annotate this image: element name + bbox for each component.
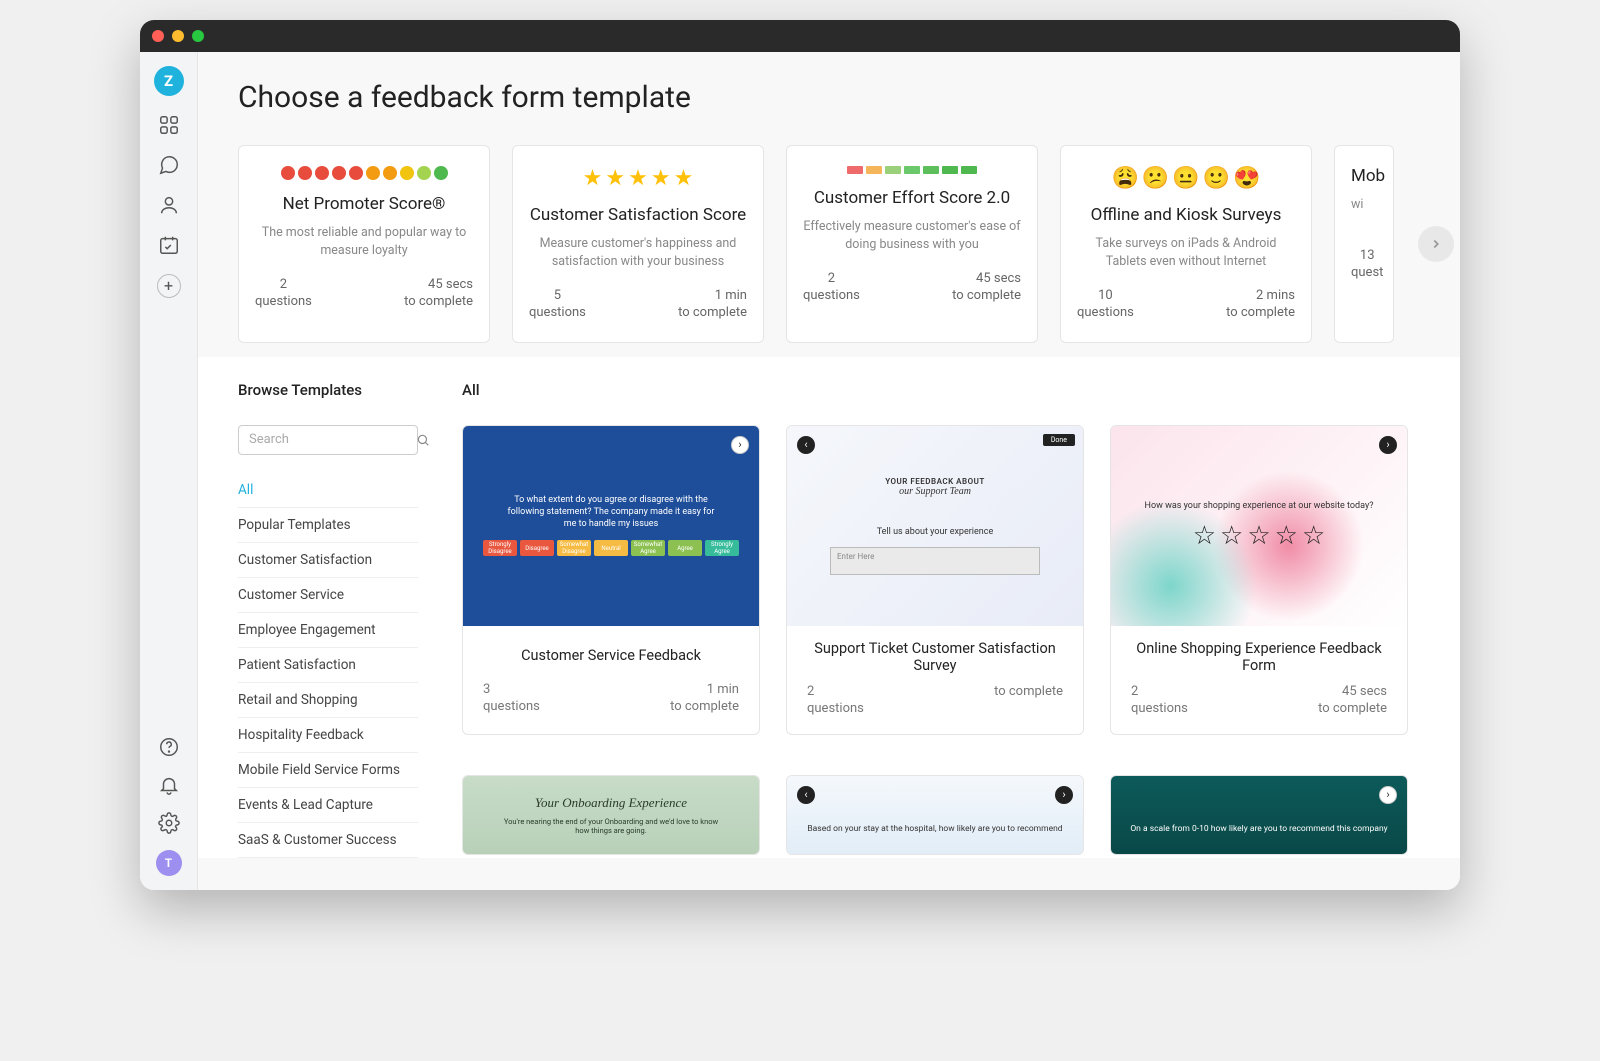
- browse-section: Browse Templates AllPopular TemplatesCus…: [198, 357, 1460, 858]
- category-item[interactable]: All: [238, 473, 418, 508]
- template-card[interactable]: ›How was your shopping experience at our…: [1110, 425, 1408, 735]
- type-card-stats: 2questions45 secsto complete: [255, 277, 473, 311]
- page-header: Choose a feedback form template: [198, 52, 1460, 131]
- carousel-next-button[interactable]: [1418, 226, 1454, 262]
- type-card-title: Mob: [1351, 166, 1385, 186]
- nav-dashboard-icon[interactable]: [158, 114, 180, 136]
- done-badge: Done: [1043, 434, 1075, 446]
- type-card[interactable]: 😩😕😐🙂😍 Offline and Kiosk Surveys Take surve…: [1060, 145, 1312, 343]
- window-titlebar: [140, 20, 1460, 52]
- search-input[interactable]: [238, 425, 418, 455]
- nav-chat-icon[interactable]: [158, 154, 180, 176]
- search-container: [238, 425, 462, 455]
- nav-avatar[interactable]: T: [156, 850, 182, 876]
- template-card[interactable]: Your Onboarding ExperienceYou're nearing…: [462, 775, 760, 855]
- category-item[interactable]: Retail and Shopping: [238, 683, 418, 718]
- category-item[interactable]: Patient Satisfaction: [238, 648, 418, 683]
- template-card-title: Customer Service Feedback: [463, 626, 759, 682]
- search-icon: [416, 432, 430, 451]
- browse-heading: Browse Templates: [238, 381, 462, 399]
- template-card-stats: 2questionsto complete: [787, 684, 1083, 734]
- type-card-title: Net Promoter Score®: [283, 194, 446, 214]
- nav-user-icon[interactable]: [158, 194, 180, 216]
- type-card[interactable]: Mob wi 13quest: [1334, 145, 1394, 343]
- nps-dots-icon: [281, 166, 448, 180]
- type-card-desc: wi: [1351, 196, 1363, 230]
- type-card-title: Offline and Kiosk Surveys: [1091, 205, 1282, 225]
- template-card[interactable]: ›On a scale from 0-10 how likely are you…: [1110, 775, 1408, 855]
- category-item[interactable]: Events & Lead Capture: [238, 788, 418, 823]
- template-card-title: Online Shopping Experience Feedback Form: [1111, 626, 1407, 684]
- emoji-icon: 😩😕😐🙂😍: [1111, 166, 1260, 191]
- nav-add-button[interactable]: +: [157, 274, 181, 298]
- prev-icon: ‹: [797, 786, 815, 804]
- browse-main: All ›To what extent do you agree or disa…: [462, 381, 1420, 858]
- app-window: Z +: [140, 20, 1460, 890]
- category-item[interactable]: Hospitality Feedback: [238, 718, 418, 753]
- category-item[interactable]: Mobile Field Service Forms: [238, 753, 418, 788]
- main-content: Choose a feedback form template Net Prom…: [198, 52, 1460, 890]
- window-max-dot[interactable]: [192, 30, 204, 42]
- type-card[interactable]: Customer Effort Score 2.0 Effectively mea…: [786, 145, 1038, 343]
- category-item[interactable]: Customer Satisfaction: [238, 543, 418, 578]
- browse-all-heading: All: [462, 381, 1420, 399]
- type-card-desc: Effectively measure customer's ease of d…: [803, 218, 1021, 253]
- type-card-stats: 5questions1 minto complete: [529, 288, 747, 322]
- type-card-stats: 10questions2 minsto complete: [1077, 288, 1295, 322]
- category-item[interactable]: SaaS & Customer Success: [238, 823, 418, 858]
- ces-segments-icon: [847, 166, 977, 174]
- type-carousel: Net Promoter Score® The most reliable and…: [198, 131, 1460, 357]
- next-icon: ›: [1055, 786, 1073, 804]
- next-icon: ›: [1379, 786, 1397, 804]
- type-card[interactable]: ★★★★★ Customer Satisfaction Score Measure …: [512, 145, 764, 343]
- type-card[interactable]: Net Promoter Score® The most reliable and…: [238, 145, 490, 343]
- template-card[interactable]: ‹DoneYOUR FEEDBACK ABOUTour Support Team…: [786, 425, 1084, 735]
- stars-icon: ★★★★★: [583, 166, 694, 191]
- nav-calendar-icon[interactable]: [158, 234, 180, 256]
- type-card-desc: Measure customer's happiness and satisfa…: [529, 235, 747, 270]
- browse-sidebar: Browse Templates AllPopular TemplatesCus…: [238, 381, 462, 858]
- template-card[interactable]: ›To what extent do you agree or disagree…: [462, 425, 760, 735]
- template-grid-row2: Your Onboarding ExperienceYou're nearing…: [462, 775, 1420, 855]
- template-card-stats: 2questions45 secsto complete: [1111, 684, 1407, 734]
- template-card[interactable]: ‹›Based on your stay at the hospital, ho…: [786, 775, 1084, 855]
- nav-settings-icon[interactable]: [158, 812, 180, 834]
- next-icon: ›: [1379, 436, 1397, 454]
- window-min-dot[interactable]: [172, 30, 184, 42]
- app-body: Z +: [140, 52, 1460, 890]
- next-icon: ›: [731, 436, 749, 454]
- window-close-dot[interactable]: [152, 30, 164, 42]
- type-card-stats: 2questions45 secsto complete: [803, 271, 1021, 305]
- template-grid: ›To what extent do you agree or disagree…: [462, 425, 1420, 735]
- template-card-title: Support Ticket Customer Satisfaction Sur…: [787, 626, 1083, 684]
- category-item[interactable]: Popular Templates: [238, 508, 418, 543]
- category-list: AllPopular TemplatesCustomer Satisfactio…: [238, 473, 462, 858]
- prev-icon: ‹: [797, 436, 815, 454]
- type-card-title: Customer Satisfaction Score: [530, 205, 746, 225]
- nav-bell-icon[interactable]: [158, 774, 180, 796]
- page-title: Choose a feedback form template: [238, 80, 1420, 115]
- type-card-desc: Take surveys on iPads & Android Tablets …: [1077, 235, 1295, 270]
- type-card-desc: The most reliable and popular way to mea…: [255, 224, 473, 259]
- type-card-stats: 13quest: [1351, 248, 1377, 282]
- category-item[interactable]: Employee Engagement: [238, 613, 418, 648]
- type-card-title: Customer Effort Score 2.0: [814, 188, 1010, 208]
- nav-help-icon[interactable]: [158, 736, 180, 758]
- app-logo[interactable]: Z: [154, 66, 184, 96]
- template-card-stats: 3questions1 minto complete: [463, 682, 759, 732]
- category-item[interactable]: Customer Service: [238, 578, 418, 613]
- side-nav: Z +: [140, 52, 198, 890]
